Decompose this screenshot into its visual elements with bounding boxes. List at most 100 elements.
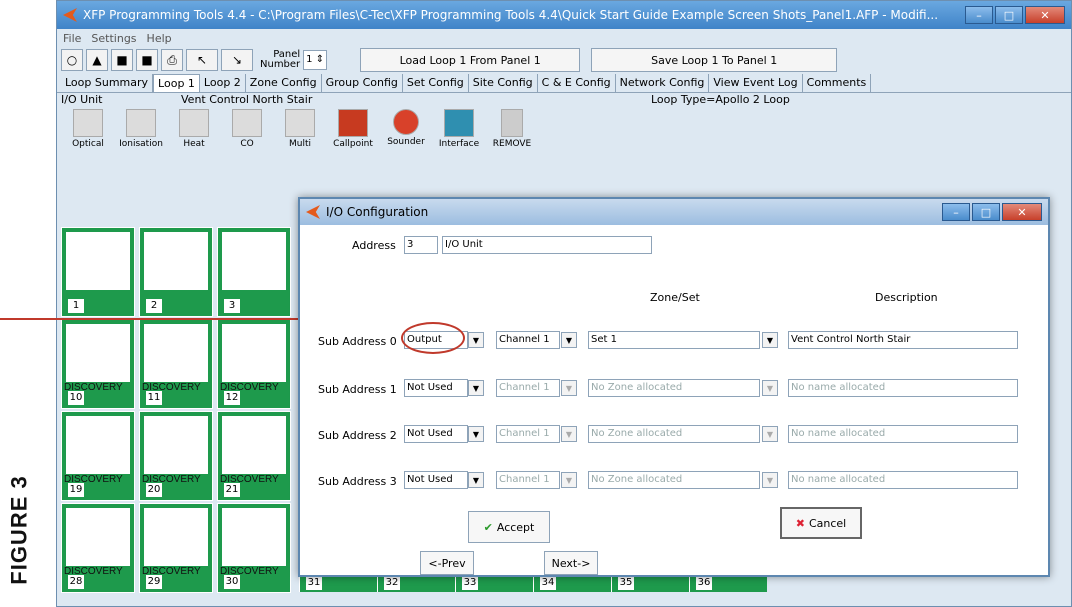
tab-loop-2[interactable]: Loop 2 [200, 74, 246, 92]
device-cell[interactable]: DISCOVERY 21 [217, 411, 291, 501]
device-cell[interactable]: DISCOVERY 20 [139, 411, 213, 501]
title-bar: XFP Programming Tools 4.4 - C:\Program F… [57, 1, 1071, 29]
download-icon[interactable]: ↘ [221, 49, 253, 71]
device-cell[interactable]: DISCOVERY 28 [61, 503, 135, 593]
tab-zone-config[interactable]: Zone Config [246, 74, 322, 92]
save-icon[interactable]: ■ [111, 49, 133, 71]
tab-loop-summary[interactable]: Loop Summary [61, 74, 154, 92]
channel-select[interactable]: Channel 1 [496, 331, 560, 349]
tab-set-config[interactable]: Set Config [403, 74, 469, 92]
tab-bar: Loop Summary Loop 1 Loop 2 Zone Config G… [57, 73, 1071, 93]
optical-icon [73, 109, 103, 137]
palette-co[interactable]: CO [222, 109, 272, 155]
unit-name-field[interactable]: I/O Unit [442, 236, 652, 254]
tab-view-event-log[interactable]: View Event Log [709, 74, 803, 92]
menu-file[interactable]: File [63, 32, 81, 45]
channel-select: Channel 1 [496, 379, 560, 397]
chevron-down-icon[interactable]: ▼ [468, 380, 484, 396]
load-loop-button[interactable]: Load Loop 1 From Panel 1 [360, 48, 581, 72]
chevron-down-icon: ▼ [561, 472, 577, 488]
type-select[interactable]: Not Used [404, 425, 468, 443]
device-cell[interactable]: DISCOVERY 29 [139, 503, 213, 593]
callpoint-icon [338, 109, 368, 137]
close-button[interactable]: ✕ [1025, 6, 1065, 24]
description-header: Description [875, 291, 938, 304]
menu-settings[interactable]: Settings [91, 32, 136, 45]
app-icon [306, 205, 320, 219]
cancel-button[interactable]: ✖ Cancel [780, 507, 862, 539]
device-cell[interactable]: DISCOVERY 19 [61, 411, 135, 501]
sub-address-label: Sub Address 0 [318, 335, 397, 348]
description-field[interactable]: Vent Control North Stair [788, 331, 1018, 349]
tab-group-config[interactable]: Group Config [322, 74, 403, 92]
palette-sounder[interactable]: Sounder [381, 109, 431, 155]
device-image [144, 232, 208, 290]
loop-type: Loop Type=Apollo 2 Loop [651, 93, 790, 106]
device-image [66, 416, 130, 474]
chevron-down-icon[interactable]: ▼ [561, 332, 577, 348]
type-select[interactable]: Not Used [404, 379, 468, 397]
device-palette: Optical Ionisation Heat CO Multi Callpoi… [57, 107, 1071, 159]
palette-interface[interactable]: Interface [434, 109, 484, 155]
device-cell[interactable]: 3 [217, 227, 291, 317]
palette-multi[interactable]: Multi [275, 109, 325, 155]
device-cell[interactable]: 2 [139, 227, 213, 317]
chevron-down-icon[interactable]: ▼ [468, 332, 484, 348]
palette-callpoint[interactable]: Callpoint [328, 109, 378, 155]
save-as-icon[interactable]: ■ [136, 49, 158, 71]
panel-number-stepper[interactable]: 1 ⇕ [303, 50, 328, 70]
device-cell[interactable]: DISCOVERY 11 [139, 319, 213, 409]
dialog-minimize-button[interactable]: – [942, 203, 970, 221]
device-image [144, 508, 208, 566]
new-icon[interactable]: ○ [61, 49, 83, 71]
next-button[interactable]: Next-> [544, 551, 598, 575]
zone-select: No Zone allocated [588, 471, 760, 489]
dialog-maximize-button[interactable]: □ [972, 203, 1000, 221]
tab-loop-1[interactable]: Loop 1 [153, 74, 200, 92]
sub-address-label: Sub Address 3 [318, 475, 397, 488]
device-image [222, 416, 286, 474]
minimize-button[interactable]: – [965, 6, 993, 24]
device-cell[interactable]: DISCOVERY 10 [61, 319, 135, 409]
highlight-circle [401, 322, 465, 354]
chevron-down-icon[interactable]: ▼ [468, 472, 484, 488]
device-cell[interactable]: DISCOVERY 12 [217, 319, 291, 409]
menu-bar: File Settings Help [57, 29, 1071, 47]
tab-network-config[interactable]: Network Config [616, 74, 710, 92]
dialog-title-bar: I/O Configuration – □ ✕ [300, 199, 1048, 225]
tab-ce-config[interactable]: C & E Config [538, 74, 616, 92]
address-label: Address [352, 239, 396, 252]
device-image [222, 508, 286, 566]
remove-bin-icon [501, 109, 523, 137]
print-icon[interactable]: ⎙ [161, 49, 183, 71]
sub-address-label: Sub Address 1 [318, 383, 397, 396]
save-loop-button[interactable]: Save Loop 1 To Panel 1 [591, 48, 838, 72]
palette-remove[interactable]: REMOVE [487, 109, 537, 155]
type-select[interactable]: Not Used [404, 471, 468, 489]
unit-name: Vent Control North Stair [181, 93, 313, 106]
tab-comments[interactable]: Comments [803, 74, 872, 92]
device-cell[interactable]: 1 [61, 227, 135, 317]
zone-select[interactable]: Set 1 [588, 331, 760, 349]
palette-heat[interactable]: Heat [169, 109, 219, 155]
device-cell[interactable]: DISCOVERY 30 [217, 503, 291, 593]
menu-help[interactable]: Help [147, 32, 172, 45]
chevron-down-icon[interactable]: ▼ [468, 426, 484, 442]
address-field[interactable]: 3 [404, 236, 438, 254]
open-icon[interactable]: ▲ [86, 49, 108, 71]
accept-button[interactable]: ✔ Accept [468, 511, 550, 543]
palette-optical[interactable]: Optical [63, 109, 113, 155]
chevron-down-icon: ▼ [762, 472, 778, 488]
palette-ionisation[interactable]: Ionisation [116, 109, 166, 155]
maximize-button[interactable]: □ [995, 6, 1023, 24]
tab-site-config[interactable]: Site Config [469, 74, 538, 92]
chevron-down-icon[interactable]: ▼ [762, 332, 778, 348]
dialog-close-button[interactable]: ✕ [1002, 203, 1042, 221]
panel-number: Panel Number 1 ⇕ [260, 50, 328, 70]
device-image [144, 416, 208, 474]
upload-icon[interactable]: ↖ [186, 49, 218, 71]
device-image [222, 324, 286, 382]
cross-icon: ✖ [795, 516, 805, 530]
zone-select: No Zone allocated [588, 425, 760, 443]
prev-button[interactable]: <-Prev [420, 551, 474, 575]
